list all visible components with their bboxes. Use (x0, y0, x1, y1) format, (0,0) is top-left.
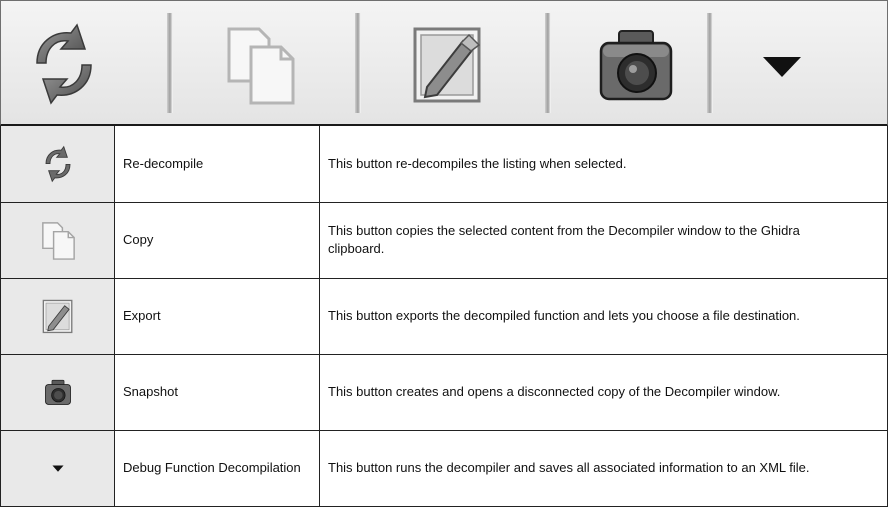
table-row: Debug Function Decompilation This button… (0, 429, 888, 507)
decompiler-toolbar (0, 0, 888, 126)
button-description: This button exports the decompiled funct… (319, 277, 888, 355)
re-decompile-button[interactable] (19, 19, 109, 109)
button-description: This button copies the selected content … (319, 201, 888, 279)
export-button[interactable] (403, 19, 493, 109)
button-name: Export (114, 277, 320, 355)
copy-icon (41, 222, 75, 260)
export-icon (42, 299, 72, 334)
copy-button[interactable] (215, 19, 305, 109)
table-row: Re-decompile This button re-decompiles t… (0, 126, 888, 203)
icon-cell (0, 201, 115, 279)
button-name: Snapshot (114, 353, 320, 431)
snapshot-button[interactable] (591, 19, 681, 109)
decompiler-toolbar-figure: Re-decompile This button re-decompiles t… (0, 0, 890, 508)
icon-cell (0, 277, 115, 355)
table-row: Copy This button copies the selected con… (0, 201, 888, 279)
export-icon (413, 27, 481, 103)
copy-icon (227, 27, 295, 105)
icon-cell (0, 429, 115, 507)
debug-dropdown-button[interactable] (737, 19, 827, 109)
button-name: Copy (114, 201, 320, 279)
camera-icon (599, 30, 673, 101)
toolbar-separator (545, 13, 551, 113)
dropdown-arrow-icon (763, 57, 801, 77)
toolbar-separator (167, 13, 173, 113)
button-description: This button re-decompiles the listing wh… (319, 126, 888, 203)
button-description: This button creates and opens a disconne… (319, 353, 888, 431)
toolbar-separator (707, 13, 713, 113)
icon-cell (0, 353, 115, 431)
toolbar-reference-table: Re-decompile This button re-decompiles t… (0, 126, 888, 507)
camera-icon (44, 379, 71, 405)
refresh-icon (36, 23, 92, 105)
toolbar-separator (355, 13, 361, 113)
button-description: This button runs the decompiler and save… (319, 429, 888, 507)
button-name: Re-decompile (114, 126, 320, 203)
table-row: Export This button exports the decompile… (0, 277, 888, 355)
button-name: Debug Function Decompilation (114, 429, 320, 507)
icon-cell (0, 126, 115, 203)
table-row: Snapshot This button creates and opens a… (0, 353, 888, 431)
refresh-icon (45, 145, 70, 183)
dropdown-arrow-icon (51, 465, 64, 472)
